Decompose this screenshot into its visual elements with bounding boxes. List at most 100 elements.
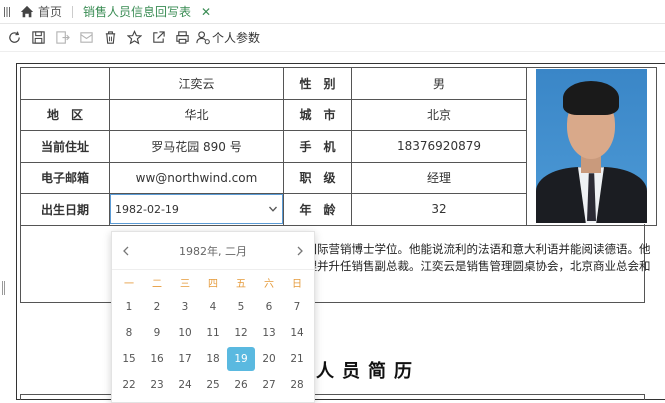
calendar-day[interactable]: 26 xyxy=(227,372,255,398)
calendar-day[interactable]: 16 xyxy=(143,346,171,372)
mail-icon xyxy=(79,32,93,43)
city-value: 北京 xyxy=(351,98,527,131)
birth-date-value: 1982-02-19 xyxy=(115,202,179,216)
refresh-icon xyxy=(8,31,20,43)
trash-icon xyxy=(105,31,115,44)
person-settings-icon xyxy=(196,31,210,45)
calendar-day[interactable]: 10 xyxy=(171,320,199,346)
address-value: 罗马花园 890 号 xyxy=(109,130,284,163)
region-value: 华北 xyxy=(109,98,284,131)
mail-button[interactable] xyxy=(74,26,98,50)
printer-icon xyxy=(175,31,189,44)
bio-text: 交国际营销博士学位。他能说流利的法语和意大利语并能阅读德语。他 经理并升任销售副… xyxy=(294,241,654,275)
weekday-header: 四 xyxy=(208,279,218,290)
calendar-day[interactable]: 13 xyxy=(255,320,283,346)
weekday-header: 三 xyxy=(180,279,190,290)
calendar-day[interactable]: 9 xyxy=(143,320,171,346)
calendar-day[interactable]: 11 xyxy=(199,320,227,346)
gender-label: 性 别 xyxy=(283,67,352,100)
weekday-header: 日 xyxy=(292,279,302,290)
calendar-day-selected[interactable]: 19 xyxy=(227,347,255,371)
name-value: 江奕云 xyxy=(109,67,284,100)
tab-home[interactable]: 首页 xyxy=(14,0,68,24)
date-picker-title[interactable]: 1982年, 二月 xyxy=(179,243,247,259)
tab-divider xyxy=(72,5,74,18)
gender-value: 男 xyxy=(351,67,527,100)
home-icon xyxy=(20,5,34,17)
calendar-day[interactable]: 6 xyxy=(255,294,283,320)
calendar-day[interactable]: 1 xyxy=(115,294,143,320)
print-button[interactable] xyxy=(170,26,194,50)
resume-section-title: 人员简历 xyxy=(316,361,420,382)
birth-cell: 1982-02-19 xyxy=(109,193,284,226)
bio-line-2: 经理并升任销售副总裁。江奕云是销售管理圆桌协会，北京商业总会和 xyxy=(294,259,651,273)
calendar-day[interactable]: 12 xyxy=(227,320,255,346)
star-icon xyxy=(126,30,142,45)
staff-info-table: 江奕云 性 别 男 地 区 华北 城 市 北京 当前住址 罗马花园 890 号 … xyxy=(20,67,657,226)
delete-button[interactable] xyxy=(98,26,122,50)
phone-label: 手 机 xyxy=(283,130,352,163)
external-link-icon xyxy=(152,31,165,43)
tab-home-label: 首页 xyxy=(38,5,63,19)
region-label: 地 区 xyxy=(20,98,110,131)
calendar-day[interactable]: 20 xyxy=(255,346,283,372)
scroll-handle[interactable] xyxy=(2,281,5,295)
calendar-day[interactable]: 25 xyxy=(199,372,227,398)
calendar-day[interactable]: 21 xyxy=(283,346,311,372)
age-label: 年 龄 xyxy=(283,193,352,226)
calendar-day[interactable]: 28 xyxy=(283,372,311,398)
calendar-day[interactable]: 2 xyxy=(143,294,171,320)
date-picker-header: 1982年, 二月 xyxy=(112,232,314,270)
tab-bar: 首页 销售人员信息回写表 ✕ xyxy=(0,0,665,24)
favorite-button[interactable] xyxy=(122,26,146,50)
save-button[interactable] xyxy=(26,26,50,50)
menu-toggle-icon[interactable] xyxy=(0,0,14,24)
photo-cell xyxy=(526,67,657,226)
next-month-icon[interactable] xyxy=(294,245,306,257)
close-tab-icon[interactable]: ✕ xyxy=(201,5,211,19)
prev-month-icon[interactable] xyxy=(120,245,132,257)
title-value: 经理 xyxy=(351,161,527,194)
date-picker-popup: 1982年, 二月 一二三四五六日 1 2 3 4 5 6 7 8 9 10 11 12 13 14 15 16… xyxy=(111,231,315,403)
save-icon xyxy=(31,31,45,44)
birth-date-input[interactable]: 1982-02-19 xyxy=(110,194,283,225)
calendar-day[interactable]: 17 xyxy=(171,346,199,372)
calendar-day[interactable]: 15 xyxy=(115,346,143,372)
weekday-header: 二 xyxy=(152,279,162,290)
employee-photo xyxy=(536,69,647,224)
report-page: 江奕云 性 别 男 地 区 华北 城 市 北京 当前住址 罗马花园 890 号 … xyxy=(0,53,665,400)
calendar-day[interactable]: 5 xyxy=(227,294,255,320)
phone-value: 18376920879 xyxy=(351,130,527,163)
tab-active-label: 销售人员信息回写表 xyxy=(83,5,192,19)
person-params-label: 个人参数 xyxy=(212,31,261,45)
calendar-day[interactable]: 18 xyxy=(199,346,227,372)
calendar-day[interactable]: 22 xyxy=(115,372,143,398)
weekday-header: 五 xyxy=(236,279,246,290)
bio-line-1: 交国际营销博士学位。他能说流利的法语和意大利语并能阅读德语。他 xyxy=(294,242,651,256)
calendar-day[interactable]: 24 xyxy=(171,372,199,398)
weekday-header: 一 xyxy=(124,279,134,290)
name-label-cell xyxy=(20,67,110,100)
email-label: 电子邮箱 xyxy=(20,161,110,194)
calendar-day[interactable]: 8 xyxy=(115,320,143,346)
title-label: 职 级 xyxy=(283,161,352,194)
open-external-button[interactable] xyxy=(146,26,170,50)
email-value: ww@northwind.com xyxy=(109,161,284,194)
date-picker-grid: 一二三四五六日 1 2 3 4 5 6 7 8 9 10 11 12 13 14 15 16 17 18 19 20 21… xyxy=(112,276,314,398)
refresh-button[interactable] xyxy=(2,26,26,50)
calendar-day[interactable]: 27 xyxy=(255,372,283,398)
birth-label: 出生日期 xyxy=(20,193,110,226)
chevron-down-icon[interactable] xyxy=(268,204,278,214)
export-icon xyxy=(55,31,70,44)
person-params-button[interactable]: 个人参数 xyxy=(196,29,260,46)
export-button[interactable] xyxy=(50,26,74,50)
calendar-day[interactable]: 23 xyxy=(143,372,171,398)
address-label: 当前住址 xyxy=(20,130,110,163)
calendar-day[interactable]: 3 xyxy=(171,294,199,320)
calendar-day[interactable]: 4 xyxy=(199,294,227,320)
calendar-day[interactable]: 7 xyxy=(283,294,311,320)
tab-sales-staff-form[interactable]: 销售人员信息回写表 ✕ xyxy=(77,0,217,24)
calendar-day[interactable]: 14 xyxy=(283,320,311,346)
city-label: 城 市 xyxy=(283,98,352,131)
age-value: 32 xyxy=(351,193,527,226)
